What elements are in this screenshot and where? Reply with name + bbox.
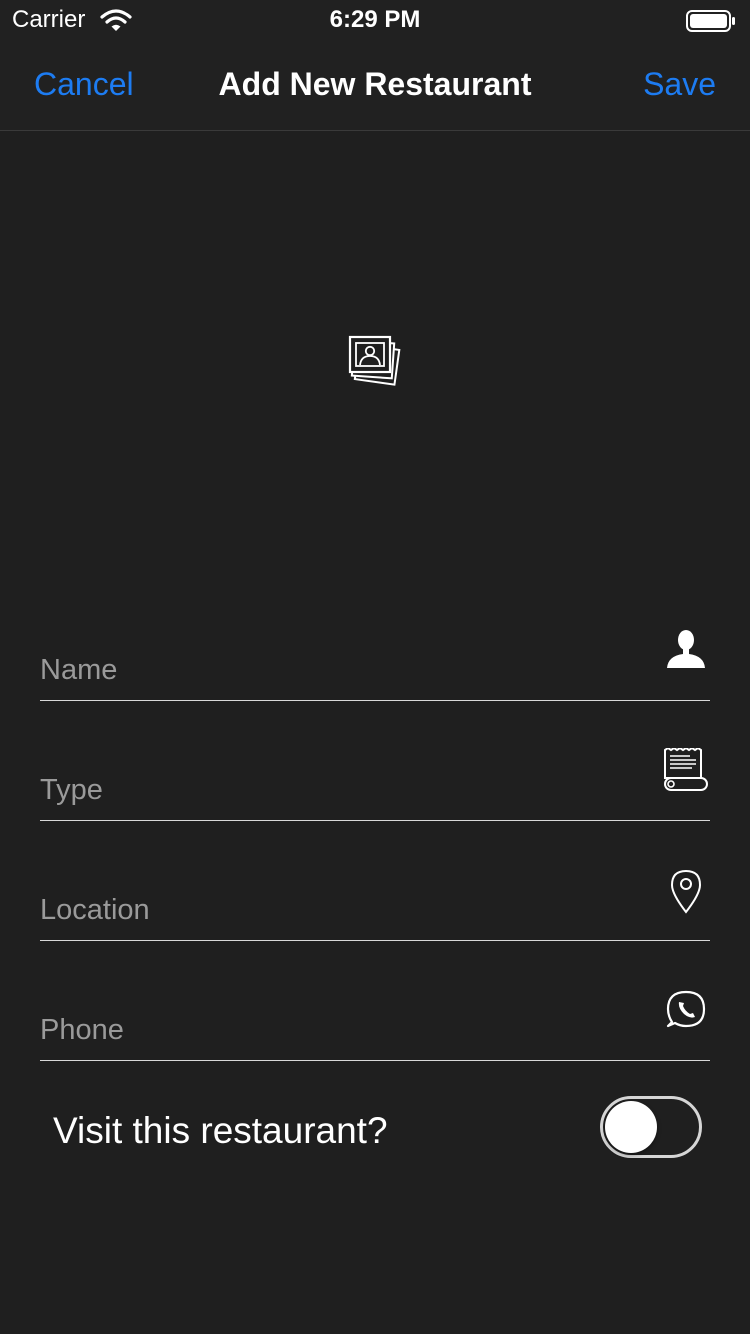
person-icon (667, 630, 705, 668)
location-input[interactable] (40, 890, 640, 930)
phone-chat-icon (666, 990, 706, 1028)
location-field[interactable] (40, 869, 710, 941)
visit-row: Visit this restaurant? (0, 1090, 750, 1170)
type-input[interactable] (40, 770, 640, 810)
visit-toggle[interactable] (600, 1096, 702, 1158)
receipt-icon (664, 748, 708, 791)
save-button[interactable]: Save (643, 66, 716, 103)
name-input[interactable] (40, 650, 640, 690)
visit-label: Visit this restaurant? (53, 1110, 388, 1151)
phone-input[interactable] (40, 1010, 640, 1050)
toggle-knob (605, 1101, 657, 1153)
battery-icon (686, 10, 735, 32)
name-field[interactable] (40, 630, 710, 701)
status-bar: Carrier 6:29 PM (0, 0, 750, 42)
navigation-bar: Cancel Add New Restaurant Save (0, 42, 750, 131)
location-pin-icon (670, 869, 702, 914)
type-field[interactable] (40, 748, 710, 821)
phone-field[interactable] (40, 990, 710, 1061)
photo-stack-icon[interactable] (348, 335, 402, 387)
cancel-button[interactable]: Cancel (34, 66, 134, 103)
status-time: 6:29 PM (329, 6, 421, 33)
